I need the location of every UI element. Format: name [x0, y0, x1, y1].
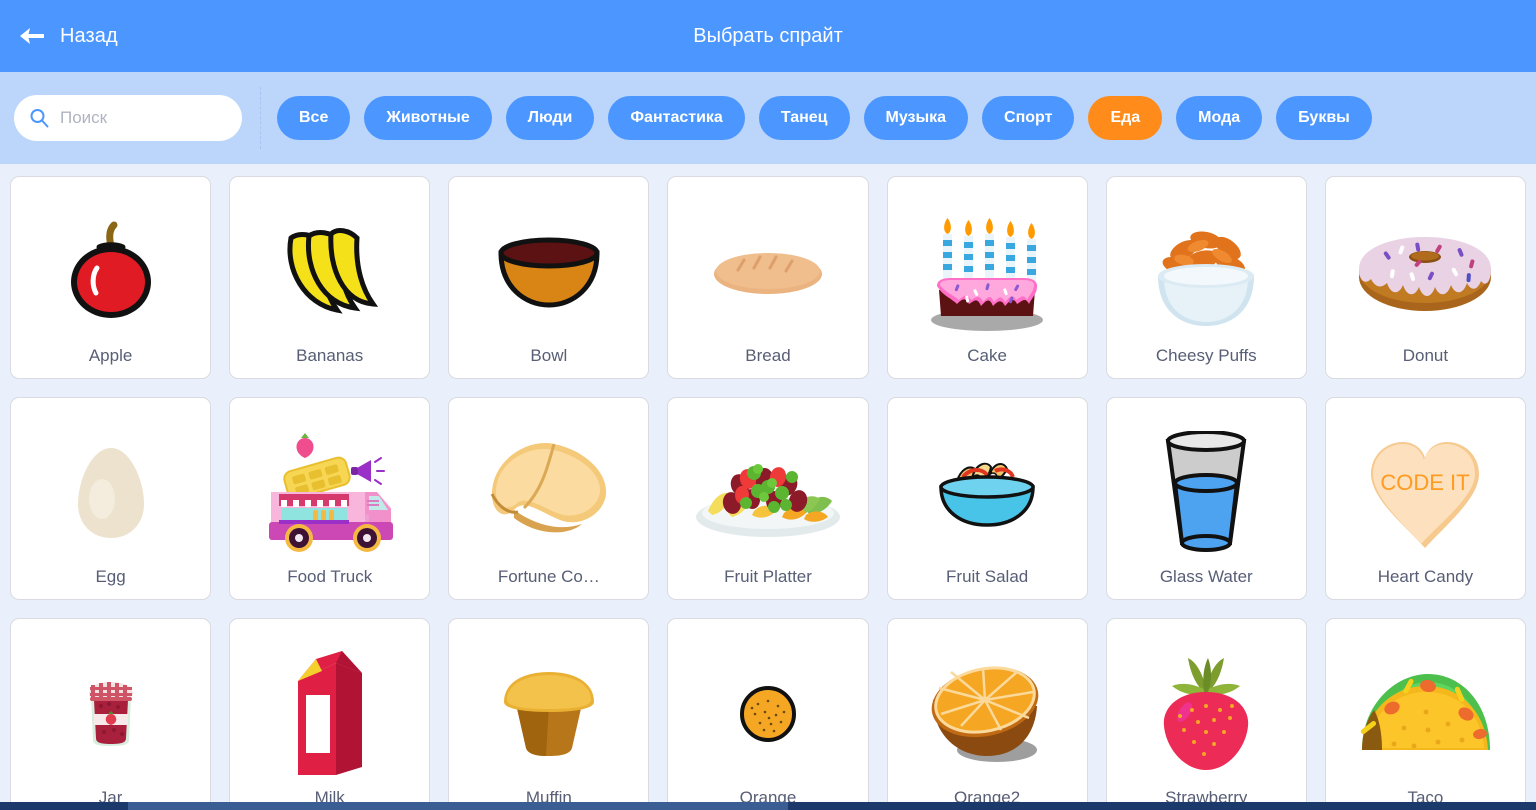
sprite-label: Orange: [739, 788, 797, 802]
sprite-grid: Apple Bananas Bowl Bread Cake Cheesy Puf…: [10, 176, 1526, 802]
sprite-label: Jar: [98, 788, 123, 802]
page-header: Назад Выбрать спрайт: [0, 0, 1536, 72]
apple-icon: [17, 191, 204, 346]
jar-icon: [17, 633, 204, 788]
tag-list: Все Животные Люди Фантастика Танец Музык…: [277, 96, 1372, 140]
sprite-label: Strawberry: [1165, 788, 1248, 802]
sprite-card-fortune-cookie[interactable]: Fortune Co…: [448, 397, 650, 600]
sprite-card-muffin[interactable]: Muffin: [448, 618, 650, 802]
sprite-label: Bowl: [530, 346, 568, 365]
sprite-card-glass-water[interactable]: Glass Water: [1105, 397, 1307, 600]
cake-icon: [894, 191, 1081, 346]
heart-candy-text: CODE IT: [1381, 470, 1470, 495]
sprite-card-cheesy-puffs[interactable]: Cheesy Puffs: [1105, 176, 1307, 379]
sprite-label: Fruit Salad: [946, 567, 1029, 586]
sprite-card-apple[interactable]: Apple: [10, 176, 212, 379]
tag-music[interactable]: Музыка: [863, 96, 969, 140]
sprite-card-strawberry[interactable]: Strawberry: [1105, 618, 1307, 802]
sprite-label: Fortune Co…: [497, 567, 600, 586]
orange2-icon: [894, 633, 1081, 788]
fruit-salad-icon: [894, 412, 1081, 567]
milk-icon: [236, 633, 423, 788]
sprite-label: Bananas: [296, 346, 364, 365]
sprite-label: Muffin: [525, 788, 572, 802]
bowl-icon: [455, 191, 642, 346]
arrow-left-icon: [18, 25, 46, 47]
sprite-label: Egg: [95, 567, 126, 586]
sprite-label: Food Truck: [287, 567, 373, 586]
sprite-label: Glass Water: [1159, 567, 1253, 586]
cheesy-puffs-icon: [1113, 191, 1300, 346]
sprite-label: Milk: [314, 788, 345, 802]
tag-sports[interactable]: Спорт: [982, 96, 1075, 140]
fortune-cookie-icon: [455, 412, 642, 567]
sprite-label: Donut: [1402, 346, 1449, 365]
sprite-card-taco[interactable]: Taco: [1324, 618, 1526, 802]
egg-icon: [17, 412, 204, 567]
back-button-label: Назад: [60, 24, 118, 47]
tag-food[interactable]: Еда: [1088, 96, 1163, 140]
tag-fashion[interactable]: Мода: [1176, 96, 1263, 140]
fruit-platter-icon: [674, 412, 861, 567]
heart-candy-icon: CODE IT: [1332, 412, 1519, 567]
sprite-label: Orange2: [954, 788, 1021, 802]
sprite-label: Taco: [1407, 788, 1444, 802]
sprite-card-cake[interactable]: Cake: [886, 176, 1088, 379]
sprite-card-egg[interactable]: Egg: [10, 397, 212, 600]
bananas-icon: [236, 191, 423, 346]
sprite-card-donut[interactable]: Donut: [1324, 176, 1526, 379]
sprite-grid-scroll[interactable]: Apple Bananas Bowl Bread Cake Cheesy Puf…: [0, 164, 1536, 802]
tag-fantasy[interactable]: Фантастика: [608, 96, 745, 140]
sprite-label: Cheesy Puffs: [1155, 346, 1257, 365]
scrollbar-thumb[interactable]: [128, 802, 788, 810]
search-box[interactable]: [14, 95, 242, 141]
bread-icon: [674, 191, 861, 346]
sprite-card-fruit-salad[interactable]: Fruit Salad: [886, 397, 1088, 600]
strawberry-icon: [1113, 633, 1300, 788]
food-truck-icon: [236, 412, 423, 567]
sprite-label: Fruit Platter: [724, 567, 812, 586]
sprite-card-food-truck[interactable]: Food Truck: [229, 397, 431, 600]
sprite-label: Cake: [967, 346, 1007, 365]
tag-animals[interactable]: Животные: [364, 96, 492, 140]
orange-icon: [674, 633, 861, 788]
page-title: Выбрать спрайт: [693, 24, 843, 47]
tag-people[interactable]: Люди: [505, 96, 595, 140]
sprite-card-milk[interactable]: Milk: [229, 618, 431, 802]
sprite-card-bowl[interactable]: Bowl: [448, 176, 650, 379]
search-input[interactable]: [60, 108, 228, 128]
sprite-card-bread[interactable]: Bread: [667, 176, 869, 379]
sprite-label: Bread: [745, 346, 791, 365]
filter-divider: [260, 87, 261, 149]
tag-dance[interactable]: Танец: [758, 96, 850, 140]
sprite-card-bananas[interactable]: Bananas: [229, 176, 431, 379]
sprite-label: Apple: [88, 346, 133, 365]
search-icon: [28, 107, 50, 129]
donut-icon: [1332, 191, 1519, 346]
sprite-card-heart-candy[interactable]: CODE IT Heart Candy: [1324, 397, 1526, 600]
sprite-card-orange2[interactable]: Orange2: [886, 618, 1088, 802]
sprite-label: Heart Candy: [1377, 567, 1474, 586]
back-button[interactable]: Назад: [0, 25, 118, 48]
horizontal-scrollbar[interactable]: [0, 802, 1536, 810]
filter-bar: Все Животные Люди Фантастика Танец Музык…: [0, 72, 1536, 164]
muffin-icon: [455, 633, 642, 788]
sprite-card-fruit-platter[interactable]: Fruit Platter: [667, 397, 869, 600]
tag-all[interactable]: Все: [277, 96, 351, 140]
taco-icon: [1332, 633, 1519, 788]
glass-water-icon: [1113, 412, 1300, 567]
sprite-card-orange[interactable]: Orange: [667, 618, 869, 802]
tag-letters[interactable]: Буквы: [1276, 96, 1372, 140]
sprite-card-jar[interactable]: Jar: [10, 618, 212, 802]
